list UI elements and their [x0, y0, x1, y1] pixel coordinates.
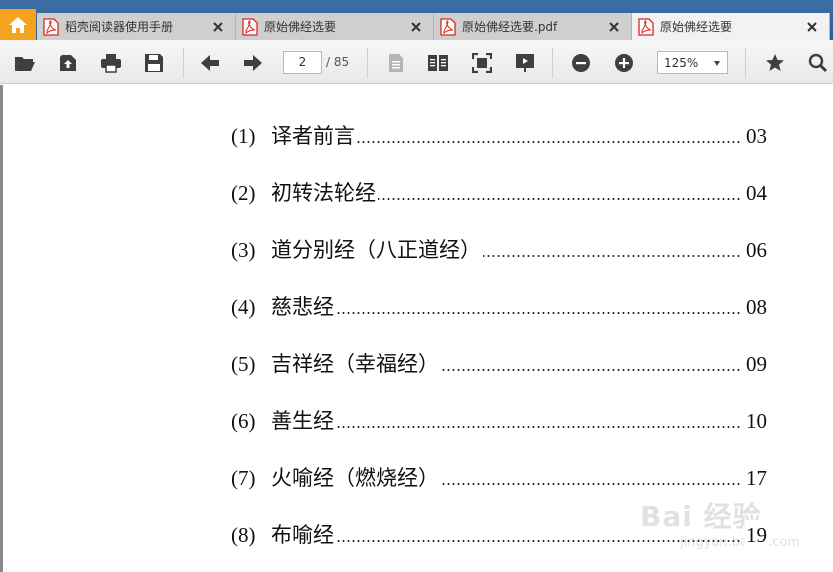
toc-page: 17: [745, 463, 767, 493]
toc-page: 03: [745, 121, 767, 151]
presentation-button[interactable]: [514, 52, 536, 74]
arrow-left-icon: [201, 55, 219, 71]
toc-title: 火喻经（燃烧经）: [271, 463, 441, 493]
toc-page: 19: [745, 520, 767, 550]
search-button[interactable]: [807, 52, 829, 74]
tab-label: 原始佛经选要.pdf: [462, 20, 558, 34]
toc-entry[interactable]: (5) 吉祥经（幸福经） 09: [231, 349, 767, 379]
close-icon[interactable]: [607, 20, 621, 34]
toc-number: (5): [231, 352, 256, 376]
toc-entry[interactable]: (1) 译者前言 03: [231, 121, 767, 151]
close-icon[interactable]: [409, 20, 423, 34]
zoom-select[interactable]: 125%: [657, 51, 728, 74]
pdf-file-icon: [440, 17, 456, 36]
watermark-logo: Bai 经验: [640, 500, 762, 533]
cloud-upload-icon: [60, 55, 76, 71]
folder-open-icon: [15, 57, 35, 71]
toc-title: 善生经: [271, 406, 336, 436]
page-total: / 85: [326, 55, 350, 69]
toc-number: (3): [231, 238, 256, 262]
toc-number: (2): [231, 181, 256, 205]
zoom-out-button[interactable]: [570, 52, 592, 74]
toc-leader-dots: [271, 540, 741, 542]
tab-label: 原始佛经选要: [264, 20, 337, 34]
toc-number: (1): [231, 124, 256, 148]
zoom-in-icon: [615, 54, 633, 72]
zoom-value: 125%: [664, 56, 699, 70]
toc-number: (8): [231, 523, 256, 547]
single-page-icon: [389, 54, 403, 72]
pdf-file-icon: [638, 17, 654, 36]
tab-0[interactable]: 稻壳阅读器使用手册: [37, 13, 236, 40]
fit-page-icon: [472, 53, 492, 73]
tab-1[interactable]: 原始佛经选要: [236, 13, 434, 40]
toc-entry[interactable]: (7) 火喻经（燃烧经） 17: [231, 463, 767, 493]
chevron-down-icon: [714, 61, 720, 66]
home-icon: [9, 16, 27, 33]
toolbar-divider: [745, 48, 746, 78]
toc-title: 初转法轮经: [271, 178, 378, 208]
document-viewer[interactable]: (1) 译者前言 03 (2) 初转法轮经 04 (3) 道分别经（八正道经） …: [0, 85, 833, 572]
toolbar-divider: [183, 48, 184, 78]
printer-icon: [101, 54, 121, 73]
single-page-button[interactable]: [385, 52, 407, 74]
toc-title: 道分别经（八正道经）: [271, 235, 483, 265]
save-disk-icon: [145, 54, 163, 72]
two-page-button[interactable]: [427, 52, 449, 74]
presentation-icon: [516, 54, 534, 72]
toc-number: (6): [231, 409, 256, 433]
tab-label: 稻壳阅读器使用手册: [65, 20, 174, 34]
toc-leader-dots: [271, 426, 741, 428]
toc-number: (4): [231, 295, 256, 319]
toc-entry[interactable]: (4) 慈悲经 08: [231, 292, 767, 322]
toc-number: (7): [231, 466, 256, 490]
baidu-watermark: Bai 经验 jingyan.baidu.com: [640, 495, 800, 565]
save-button[interactable]: [143, 52, 165, 74]
close-icon[interactable]: [211, 20, 225, 34]
prev-page-button[interactable]: [199, 52, 221, 74]
toc-title: 吉祥经（幸福经）: [271, 349, 441, 379]
fit-page-button[interactable]: [471, 52, 493, 74]
arrow-right-icon: [244, 55, 262, 71]
toc-leader-dots: [271, 312, 741, 314]
toc-title: 慈悲经: [271, 292, 336, 322]
toc-entry[interactable]: (6) 善生经 10: [231, 406, 767, 436]
toc-page: 04: [745, 178, 767, 208]
two-page-icon: [428, 55, 448, 71]
zoom-in-button[interactable]: [613, 52, 635, 74]
pdf-file-icon: [43, 17, 59, 36]
search-icon: [808, 53, 828, 73]
toc-title: 布喻经: [271, 520, 336, 550]
pdf-file-icon: [242, 17, 258, 36]
toolbar-divider: [552, 48, 553, 78]
page-edge: [0, 85, 3, 572]
star-icon: [766, 54, 784, 71]
tab-3-active[interactable]: 原始佛经选要: [632, 13, 830, 40]
toc-entry[interactable]: (2) 初转法轮经 04: [231, 178, 767, 208]
toc-page: 09: [745, 349, 767, 379]
watermark-url: jingyan.baidu.com: [680, 535, 800, 550]
close-icon[interactable]: [805, 20, 819, 34]
toc-page: 08: [745, 292, 767, 322]
next-page-button[interactable]: [242, 52, 264, 74]
tab-2[interactable]: 原始佛经选要.pdf: [434, 13, 632, 40]
home-button[interactable]: [0, 9, 36, 40]
tab-bar: 稻壳阅读器使用手册 原始佛经选要 原始佛经选要.pdf 原始佛经选要: [0, 0, 833, 40]
print-button[interactable]: [100, 52, 122, 74]
zoom-out-icon: [572, 54, 590, 72]
bookmark-button[interactable]: [764, 52, 786, 74]
tab-label: 原始佛经选要: [660, 20, 733, 34]
page-number-input[interactable]: 2: [283, 51, 322, 74]
cloud-button[interactable]: [57, 52, 79, 74]
toc-title: 译者前言: [271, 121, 357, 151]
toolbar: 2 / 85 125%: [0, 40, 833, 84]
toc-page: 10: [745, 406, 767, 436]
toc-entry[interactable]: (3) 道分别经（八正道经） 06: [231, 235, 767, 265]
toc-page: 06: [745, 235, 767, 265]
toolbar-divider: [367, 48, 368, 78]
open-button[interactable]: [14, 52, 36, 74]
